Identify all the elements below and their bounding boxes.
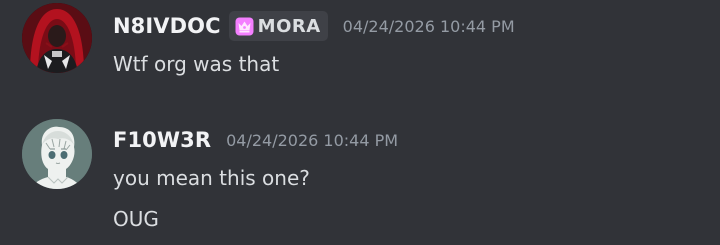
username[interactable]: N8IVDOC bbox=[113, 14, 221, 38]
avatar[interactable] bbox=[22, 3, 92, 73]
message-text: Wtf org was that bbox=[113, 52, 280, 76]
message-group-n8ivdoc: N8IVDOC MORA 04/24/2026 10:44 PM Wtf org… bbox=[0, 0, 720, 100]
message-text: OUG bbox=[113, 207, 159, 231]
crown-tag-icon bbox=[235, 17, 254, 36]
message-header: F10W3R 04/24/2026 10:44 PM bbox=[113, 125, 398, 155]
avatar[interactable] bbox=[22, 119, 92, 189]
message-header: N8IVDOC MORA 04/24/2026 10:44 PM bbox=[113, 11, 515, 41]
message-group-f10w3r: F10W3R 04/24/2026 10:44 PM you mean this… bbox=[0, 100, 720, 245]
message-text: you mean this one? bbox=[113, 166, 310, 190]
avatar-anime-sketch-icon bbox=[22, 119, 92, 189]
timestamp[interactable]: 04/24/2026 10:44 PM bbox=[226, 131, 398, 150]
server-tag-label: MORA bbox=[257, 15, 321, 37]
server-tag[interactable]: MORA bbox=[228, 11, 328, 41]
avatar-red-hood-icon bbox=[22, 3, 92, 73]
timestamp[interactable]: 04/24/2026 10:44 PM bbox=[343, 17, 515, 36]
username[interactable]: F10W3R bbox=[113, 128, 211, 152]
